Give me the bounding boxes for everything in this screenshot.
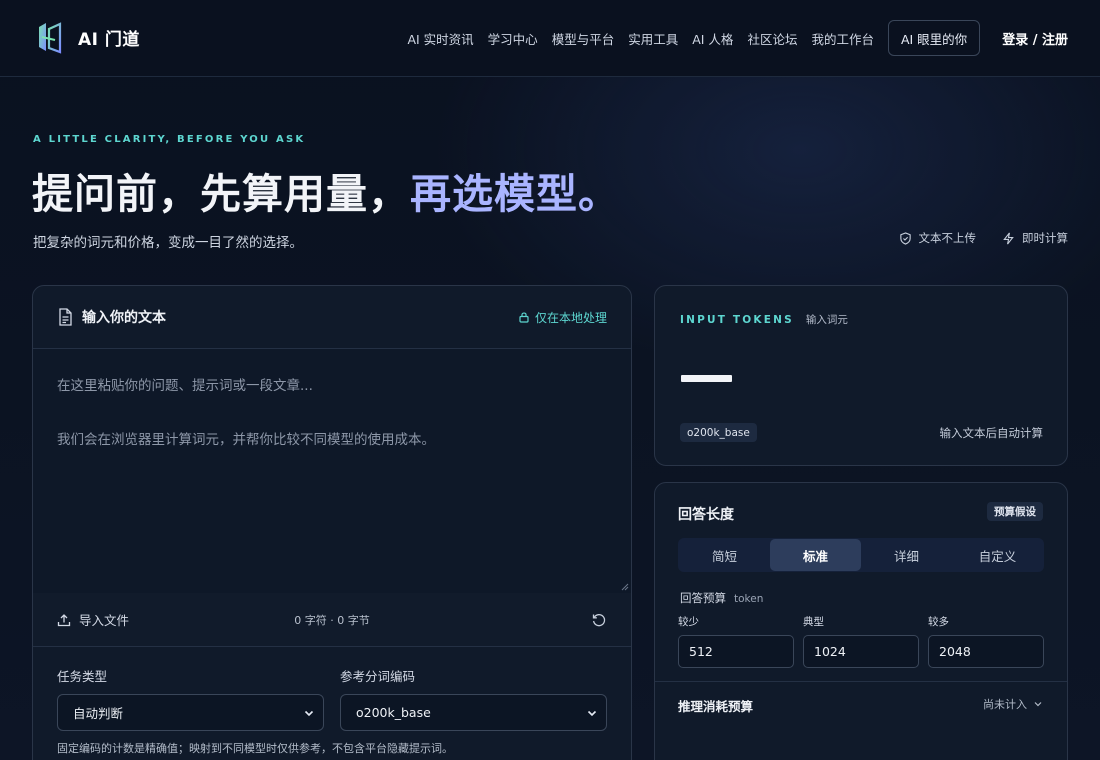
placeholder-line-1: 在这里粘贴你的问题、提示词或一段文章... [57,378,313,394]
reasoning-budget-label: 推理消耗预算 [678,699,754,714]
budget-low: 较少 512 [678,614,794,668]
divider [655,681,1067,682]
input-tokens-panel: INPUT TOKENS 输入词元 o200k_base 输入文本后自动计算 [654,285,1068,466]
no-upload-badge: 文本不上传 [899,230,977,246]
local-only-indicator: 仅在本地处理 [518,309,607,326]
placeholder-line-2: 我们会在浏览器里计算词元，并帮你比较不同模型的使用成本。 [57,432,435,448]
reasoning-budget-value: 尚未计入 [983,698,1027,711]
nav-item-workspace[interactable]: 我的工作台 [811,29,874,48]
answer-budget-label: 回答预算 [680,591,726,605]
reasoning-budget-toggle[interactable]: 尚未计入 [983,696,1043,712]
text-input-panel: 输入你的文本 仅在本地处理 在这里粘贴你的问题、提示词或一段文章... 我们会在… [32,285,632,760]
chevron-down-icon [1034,702,1042,707]
hero-eyebrow: A LITTLE CLARITY, BEFORE YOU ASK [33,134,306,145]
answer-length-tabs: 简短 标准 详细 自定义 [678,538,1044,572]
nav-item-persona[interactable]: AI 人格 [692,29,733,48]
chevron-down-icon [587,710,597,717]
nav-item-learning[interactable]: 学习中心 [488,29,538,48]
encoding-select[interactable]: o200k_base [340,694,607,731]
resize-handle-icon[interactable] [621,583,629,591]
login-register-link[interactable]: 登录 / 注册 [1002,29,1068,48]
task-type-select[interactable]: 自动判断 [57,694,324,731]
nav-item-models[interactable]: 模型与平台 [552,29,615,48]
title-accent: 再选模型。 [410,170,620,218]
task-type-field: 任务类型 自动判断 [57,666,324,731]
reset-icon[interactable] [591,612,607,628]
ai-view-button[interactable]: AI 眼里的你 [887,20,981,56]
logo-text: AI 门道 [78,30,140,50]
encoding-chip: o200k_base [680,423,757,442]
encoding-label: 参考分词编码 [340,669,416,684]
logo-icon [39,22,62,54]
import-file-button[interactable]: 导入文件 [57,610,129,629]
budget-high: 较多 2048 [928,614,1044,668]
budget-typical-label: 典型 [803,616,824,628]
budget-low-label: 较少 [678,616,699,628]
document-icon [59,308,72,326]
chevron-down-icon [304,710,314,717]
input-tokens-sublabel: 输入词元 [805,314,848,326]
input-panel-header: 输入你的文本 仅在本地处理 [33,286,631,349]
task-type-label: 任务类型 [57,669,108,684]
no-upload-label: 文本不上传 [918,231,977,245]
budget-typical: 典型 1024 [803,614,919,668]
input-tokens-label: INPUT TOKENS [680,314,794,326]
answer-budget-heading: 回答预算 token [680,590,763,606]
input-toolbar: 导入文件 0 字符 · 0 字节 [33,593,631,647]
auto-calc-note: 输入文本后自动计算 [939,426,1044,440]
tokens-header: INPUT TOKENS 输入词元 [680,312,848,327]
hero-badges: 文本不上传 即时计算 [873,230,1068,246]
tab-short[interactable]: 简短 [679,539,770,571]
hero-subtitle: 把复杂的词元和价格，变成一目了然的选择。 [33,235,303,251]
encoding-hint: 固定编码的计数是精确值；映射到不同模型时仅供参考，不包含平台隐藏提示词。 [57,742,453,755]
page-title: 提问前，先算用量，再选模型。 [32,160,620,220]
encoding-field: 参考分词编码 o200k_base [340,666,607,731]
answer-length-panel: 回答长度 预算假设 简短 标准 详细 自定义 回答预算 token 较少 512 … [654,482,1068,760]
instant-badge: 即时计算 [1002,230,1068,246]
local-only-label: 仅在本地处理 [534,310,607,325]
lightning-icon [1003,232,1014,244]
shield-check-icon [899,231,911,245]
text-input-area[interactable]: 在这里粘贴你的问题、提示词或一段文章... 我们会在浏览器里计算词元，并帮你比较… [33,349,631,593]
lock-icon [519,312,529,323]
answer-budget-unit: token [734,593,764,605]
instant-label: 即时计算 [1022,231,1068,245]
encoding-value: o200k_base [356,705,431,720]
answer-length-title: 回答长度 [678,507,734,523]
budget-high-label: 较多 [928,616,949,628]
import-file-label: 导入文件 [79,613,130,628]
budget-low-input[interactable]: 512 [678,635,794,668]
title-main: 提问前，先算用量， [32,170,410,218]
tab-standard[interactable]: 标准 [770,539,861,571]
logo[interactable]: AI 门道 [37,21,140,54]
budget-assumption-tag: 预算假设 [987,502,1043,521]
main-nav: AI 实时资讯 学习中心 模型与平台 实用工具 AI 人格 社区论坛 我的工作台… [407,20,1068,56]
nav-item-news[interactable]: AI 实时资讯 [407,29,473,48]
top-header: AI 门道 AI 实时资讯 学习中心 模型与平台 实用工具 AI 人格 社区论坛… [0,0,1100,77]
upload-icon [57,613,71,626]
tab-custom[interactable]: 自定义 [952,539,1043,571]
token-count-placeholder [681,375,732,382]
budget-high-input[interactable]: 2048 [928,635,1044,668]
budget-typical-input[interactable]: 1024 [803,635,919,668]
task-type-value: 自动判断 [73,706,124,721]
input-panel-title: 输入你的文本 [82,310,166,326]
nav-item-tools[interactable]: 实用工具 [628,29,678,48]
tab-detailed[interactable]: 详细 [861,539,952,571]
nav-item-forum[interactable]: 社区论坛 [747,29,797,48]
